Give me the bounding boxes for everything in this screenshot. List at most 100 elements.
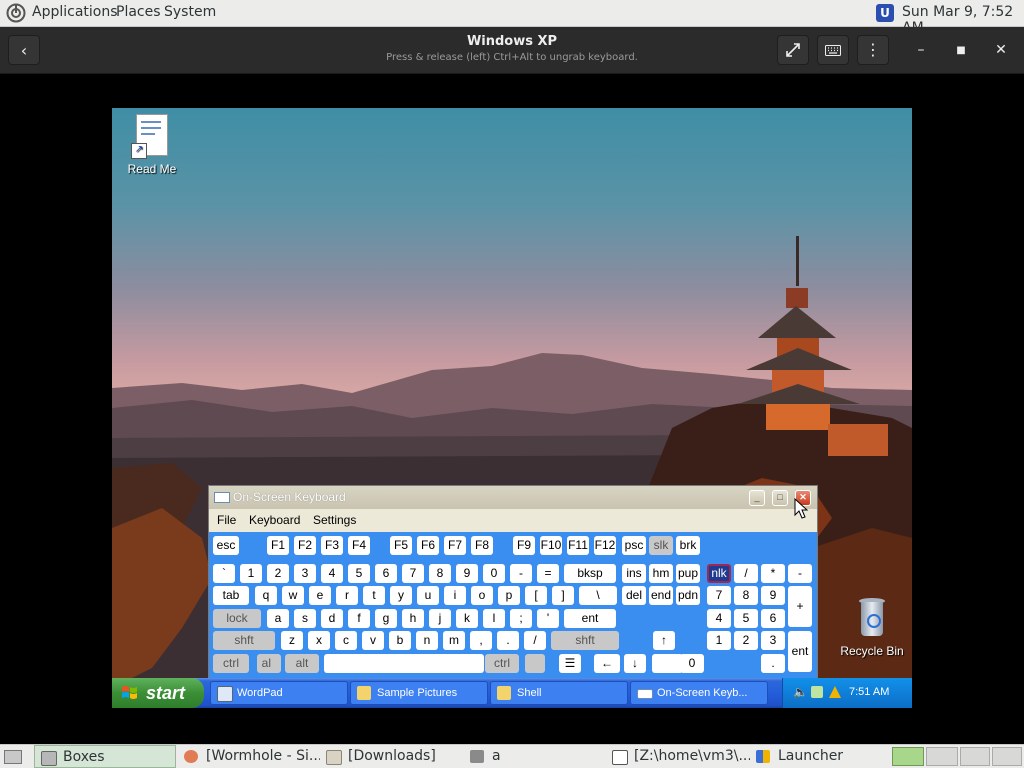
osk-key-top-11[interactable]: [ [525,586,547,605]
osk-key-home-11[interactable]: ' [537,609,559,628]
osk-key-fn-15[interactable]: brk [676,536,700,555]
osk-key-fn-9[interactable]: F9 [513,536,535,555]
osk-key-space[interactable] [324,654,484,673]
osk-key-fn-12[interactable]: F12 [594,536,616,555]
vm-display[interactable]: ↗ Read Me Recycle Bin On-Screen Keyboard… [112,108,912,708]
osk-key-shift-2[interactable]: x [308,631,330,650]
osk-key-shift-15[interactable]: 3 [761,631,785,650]
properties-menu-button[interactable]: ⋮ [857,35,889,65]
osk-key-num-2[interactable]: 2 [267,564,289,583]
osk-key-shift-11[interactable]: shft [551,631,619,650]
task-boxes[interactable]: Boxes [34,745,176,768]
osk-key-fn-0[interactable]: esc [213,536,239,555]
osk-key-top-10[interactable]: p [498,586,520,605]
desktop-icon-read-me[interactable]: ↗ Read Me [124,114,180,176]
osk-key-blank[interactable] [271,654,281,673]
osk-key-shift-4[interactable]: v [362,631,384,650]
osk-key-num-16[interactable]: pup [676,564,700,583]
osk-key-shift-3[interactable]: c [335,631,357,650]
osk-key-blank[interactable] [525,654,545,673]
osk-key-top-13[interactable]: \ [579,586,617,605]
osk-key-top-2[interactable]: w [282,586,304,605]
osk-key-home-8[interactable]: k [456,609,478,628]
taskbar-item-wordpad[interactable]: WordPad [210,681,348,705]
taskbar-item-sample-pictures[interactable]: Sample Pictures [350,681,488,705]
task-a[interactable]: a [466,745,606,768]
osk-key-top-1[interactable]: q [255,586,277,605]
osk-key-top-12[interactable]: ] [552,586,574,605]
osk-key-shift-0[interactable]: shft [213,631,275,650]
osk-key-home-5[interactable]: g [375,609,397,628]
osk-key-num-14[interactable]: ins [622,564,646,583]
osk-key-home-9[interactable]: l [483,609,505,628]
osk-key-shift-5[interactable]: b [389,631,411,650]
osk-key-top-8[interactable]: i [444,586,466,605]
osk-key-home-1[interactable]: a [267,609,289,628]
osk-key-fn-1[interactable]: F1 [267,536,289,555]
osk-key-bottom-2[interactable]: alt [285,654,319,673]
osk-key-home-12[interactable]: ent [564,609,616,628]
start-button[interactable]: start [112,678,204,708]
osk-key-bottom-8[interactable]: . [761,654,785,673]
osk-key-home-10[interactable]: ; [510,609,532,628]
osk-minimize-button[interactable]: _ [749,490,765,506]
taskbar-item-on-screen-keyboard[interactable]: On-Screen Keyb... [630,681,768,705]
osk-key-fn-13[interactable]: psc [622,536,646,555]
osk-key-bottom-7[interactable]: 0 [680,654,704,673]
fullscreen-button[interactable] [777,35,809,65]
osk-key-top-4[interactable]: r [336,586,358,605]
osk-key-num-9[interactable]: 9 [456,564,478,583]
osk-key-num-10[interactable]: 0 [483,564,505,583]
osk-title-bar[interactable]: On-Screen Keyboard _ □ ✕ [209,486,817,509]
osk-key-shift-9[interactable]: . [497,631,519,650]
osk-key-fn-4[interactable]: F4 [348,536,370,555]
osk-key-top-7[interactable]: u [417,586,439,605]
menu-keyboard[interactable]: Keyboard [249,513,300,527]
osk-key-top-19[interactable]: 9 [761,586,785,605]
workspace-1-icon[interactable] [892,747,924,766]
osk-key-fn-3[interactable]: F3 [321,536,343,555]
places-menu[interactable]: Places [116,4,161,20]
osk-key-home-15[interactable]: 6 [761,609,785,628]
osk-key-top-16[interactable]: pdn [676,586,700,605]
osk-key-shift-16[interactable]: ent [788,631,812,672]
show-desktop-icon[interactable] [4,750,22,764]
osk-key-num-12[interactable]: = [537,564,559,583]
osk-key-num-11[interactable]: - [510,564,532,583]
security-alert-icon[interactable] [829,686,841,698]
osk-key-num-20[interactable]: - [788,564,812,583]
osk-key-top-17[interactable]: 7 [707,586,731,605]
workspace-2-icon[interactable] [926,747,958,766]
osk-key-fn-8[interactable]: F8 [471,536,493,555]
osk-key-shift-1[interactable]: z [281,631,303,650]
osk-key-shift-8[interactable]: , [470,631,492,650]
osk-key-fn-14[interactable]: slk [649,536,673,555]
osk-key-num-7[interactable]: 7 [402,564,424,583]
osk-key-num-4[interactable]: 4 [321,564,343,583]
send-keys-button[interactable] [817,35,849,65]
maximize-window-button[interactable]: ■ [946,35,976,65]
osk-key-num-8[interactable]: 8 [429,564,451,583]
task-launcher[interactable]: Launcher [752,745,892,768]
osk-key-home-3[interactable]: d [321,609,343,628]
update-notifier-icon[interactable]: U [876,4,894,22]
osk-key-fn-10[interactable]: F10 [540,536,562,555]
osk-key-top-5[interactable]: t [363,586,385,605]
desktop-icon-recycle-bin[interactable]: Recycle Bin [834,598,910,658]
close-window-button[interactable]: ✕ [986,35,1016,65]
osk-key-menu[interactable]: ☰ [559,654,581,673]
volume-icon[interactable]: 🔈 [793,685,808,699]
osk-key-bottom-0[interactable]: ctrl [213,654,249,673]
osk-key-blank[interactable] [653,654,683,673]
osk-key-home-2[interactable]: s [294,609,316,628]
osk-key-num-0[interactable]: ` [213,564,235,583]
osk-key-home-0[interactable]: lock [213,609,261,628]
osk-key-fn-2[interactable]: F2 [294,536,316,555]
osk-key-home-6[interactable]: h [402,609,424,628]
osk-key-top-3[interactable]: e [309,586,331,605]
osk-key-top-14[interactable]: del [622,586,646,605]
applications-logo-icon[interactable] [6,3,26,23]
system-menu[interactable]: System [164,4,216,20]
osk-key-shift-14[interactable]: 2 [734,631,758,650]
osk-key-num-6[interactable]: 6 [375,564,397,583]
